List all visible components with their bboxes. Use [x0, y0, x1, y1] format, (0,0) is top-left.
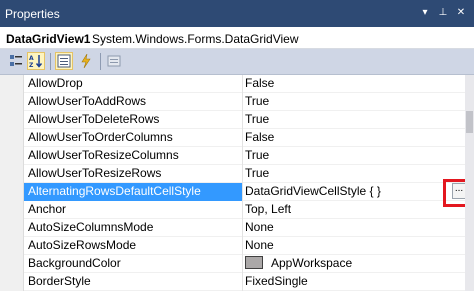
property-row[interactable]: AutoSizeColumnsMode None: [24, 219, 465, 237]
property-value[interactable]: False: [245, 129, 455, 147]
properties-button[interactable]: [55, 52, 73, 70]
property-name: AllowUserToDeleteRows: [28, 112, 160, 126]
column-divider[interactable]: [242, 165, 243, 183]
title-buttons: ▾ ⊥ ✕: [418, 6, 468, 20]
property-name: AllowUserToResizeColumns: [28, 148, 179, 162]
property-name: AutoSizeColumnsMode: [28, 220, 154, 234]
property-name: BackgroundColor: [28, 256, 121, 270]
property-value[interactable]: None: [245, 219, 455, 237]
property-name: AllowDrop: [28, 76, 83, 90]
property-value[interactable]: AppWorkspace: [245, 255, 455, 273]
properties-toolbar: A Z: [0, 49, 474, 75]
object-selector[interactable]: DataGridView1 System.Windows.Forms.DataG…: [0, 27, 474, 49]
column-divider[interactable]: [242, 255, 243, 273]
property-pages-icon: [107, 55, 121, 67]
window-title: Properties: [5, 7, 60, 21]
property-row[interactable]: AllowDrop False: [24, 75, 465, 93]
column-divider[interactable]: [242, 237, 243, 255]
object-type: System.Windows.Forms.DataGridView: [92, 32, 299, 46]
property-row[interactable]: AllowUserToResizeColumns True: [24, 147, 465, 165]
property-row-selected[interactable]: AlternatingRowsDefaultCellStyle DataGrid…: [24, 183, 466, 201]
property-name: AutoSizeRowsMode: [28, 238, 137, 252]
vertical-scrollbar[interactable]: [465, 75, 474, 291]
property-row[interactable]: AllowUserToResizeRows True: [24, 165, 465, 183]
property-row[interactable]: BackgroundColor AppWorkspace: [24, 255, 465, 273]
property-name: AllowUserToResizeRows: [28, 166, 162, 180]
column-divider[interactable]: [242, 111, 243, 129]
property-value[interactable]: False: [245, 75, 455, 93]
scrollbar-thumb[interactable]: [466, 111, 473, 133]
property-row[interactable]: AutoSizeRowsMode None: [24, 237, 465, 255]
property-row[interactable]: AllowUserToAddRows True: [24, 93, 465, 111]
property-value[interactable]: FixedSingle: [245, 273, 455, 291]
property-value[interactable]: None: [245, 237, 455, 255]
property-name: Anchor: [28, 202, 67, 216]
properties-icon: [57, 54, 71, 68]
column-divider[interactable]: [242, 75, 243, 93]
color-swatch: [245, 256, 263, 269]
property-row[interactable]: Anchor Top, Left: [24, 201, 465, 219]
alphabetical-icon: A Z: [29, 55, 43, 68]
categorized-button[interactable]: [7, 52, 25, 70]
pin-icon[interactable]: ⊥: [436, 6, 450, 20]
property-pages-button[interactable]: [105, 52, 123, 70]
property-value[interactable]: True: [245, 165, 455, 183]
column-divider[interactable]: [242, 129, 243, 147]
property-name: AllowUserToOrderColumns: [28, 130, 173, 144]
property-row[interactable]: AllowUserToOrderColumns False: [24, 129, 465, 147]
property-value[interactable]: True: [245, 111, 455, 129]
column-divider[interactable]: [242, 201, 243, 219]
svg-text:Z: Z: [29, 62, 34, 68]
dropdown-arrow-icon[interactable]: ▾: [418, 6, 432, 20]
column-divider[interactable]: [242, 93, 243, 111]
events-icon: [81, 54, 91, 68]
column-divider[interactable]: [242, 219, 243, 237]
property-row[interactable]: BorderStyle FixedSingle: [24, 273, 465, 291]
svg-text:A: A: [29, 55, 34, 62]
property-value[interactable]: Top, Left: [245, 201, 455, 219]
property-value[interactable]: True: [245, 147, 455, 165]
column-divider[interactable]: [242, 183, 243, 201]
toolbar-separator: [50, 53, 51, 70]
property-name: BorderStyle: [28, 274, 91, 288]
alphabetical-button[interactable]: A Z: [27, 52, 45, 70]
properties-title-bar: Properties ▾ ⊥ ✕: [0, 0, 474, 27]
property-value[interactable]: True: [245, 93, 455, 111]
events-button[interactable]: [77, 52, 95, 70]
object-name: DataGridView1: [6, 32, 91, 46]
column-divider[interactable]: [242, 147, 243, 165]
column-divider[interactable]: [242, 273, 243, 291]
grid-margin: [0, 75, 24, 291]
color-name: AppWorkspace: [271, 256, 353, 270]
close-icon[interactable]: ✕: [454, 6, 468, 20]
property-row[interactable]: AllowUserToDeleteRows True: [24, 111, 465, 129]
property-name: AllowUserToAddRows: [28, 94, 147, 108]
property-name: AlternatingRowsDefaultCellStyle: [24, 183, 242, 201]
property-grid: AllowDrop False AllowUserToAddRows True …: [0, 75, 474, 291]
toolbar-separator: [100, 53, 101, 70]
property-value[interactable]: DataGridViewCellStyle { }: [245, 183, 455, 201]
categorized-icon: [10, 55, 22, 66]
